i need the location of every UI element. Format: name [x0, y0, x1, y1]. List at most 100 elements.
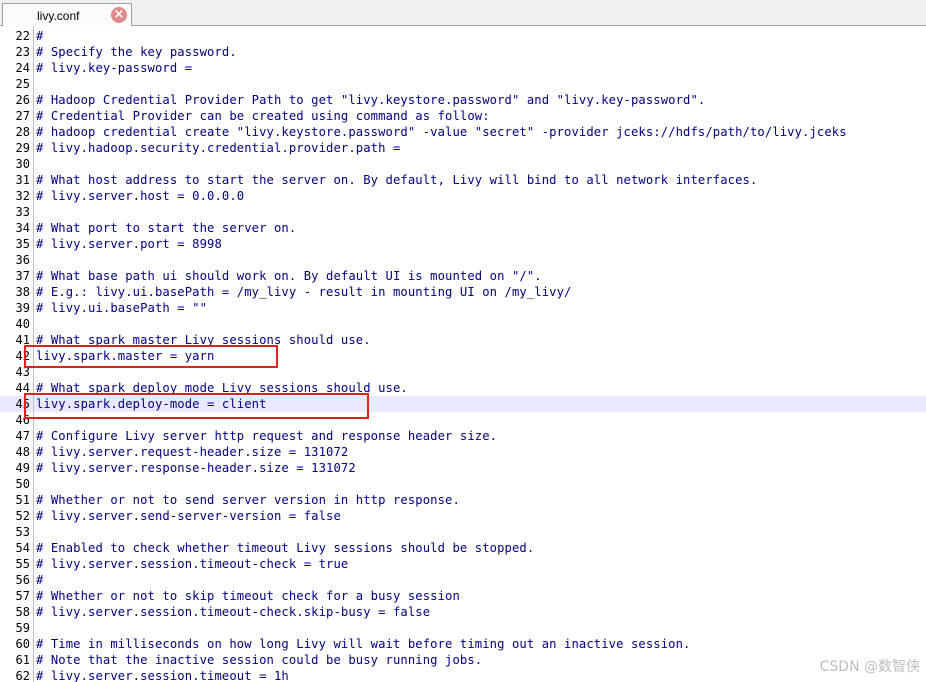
code-line[interactable]: 57 # Whether or not to skip timeout check… [0, 588, 926, 604]
code-line[interactable]: 28 # hadoop credential create "livy.keyst… [0, 124, 926, 140]
code-line[interactable]: 23 # Specify the key password. [0, 44, 926, 60]
line-number: 22 [15, 29, 30, 43]
code-line[interactable]: 22 # [0, 28, 926, 44]
code-line[interactable]: 24 # livy.key-password = [0, 60, 926, 76]
line-text: # Enabled to check whether timeout Livy … [36, 541, 535, 555]
code-line[interactable]: 51 # Whether or not to send server versio… [0, 492, 926, 508]
line-text: # Configure Livy server http request and… [36, 429, 498, 443]
line-number: 30 [15, 157, 30, 171]
line-number: 38 [15, 285, 30, 299]
code-line[interactable]: 61 # Note that the inactive session could… [0, 652, 926, 668]
line-text: # E.g.: livy.ui.basePath = /my_livy - re… [36, 285, 572, 299]
code-line[interactable]: 60 # Time in milliseconds on how long Liv… [0, 636, 926, 652]
line-number: 50 [15, 477, 30, 491]
code-line[interactable]: 52 # livy.server.send-server-version = fa… [0, 508, 926, 524]
code-line[interactable]: 25 [0, 76, 926, 92]
line-number: 51 [15, 493, 30, 507]
code-line[interactable]: 53 [0, 524, 926, 540]
line-number: 26 [15, 93, 30, 107]
tab-livy-conf[interactable]: livy.conf × [2, 3, 132, 26]
code-line[interactable]: 27 # Credential Provider can be created u… [0, 108, 926, 124]
line-text: # What base path ui should work on. By d… [36, 269, 542, 283]
code-line[interactable]: 40 [0, 316, 926, 332]
code-line[interactable]: 31 # What host address to start the serve… [0, 172, 926, 188]
code-line[interactable]: 36 [0, 252, 926, 268]
line-text: # livy.server.session.timeout = 1h [36, 669, 289, 682]
line-number: 52 [15, 509, 30, 523]
line-text: # hadoop credential create "livy.keystor… [36, 125, 847, 139]
line-text: # Note that the inactive session could b… [36, 653, 483, 667]
line-text: # livy.server.request-header.size = 1310… [36, 445, 349, 459]
line-number: 62 [15, 669, 30, 682]
line-text: # Credential Provider can be created usi… [36, 109, 490, 123]
line-text: # Whether or not to skip timeout check f… [36, 589, 460, 603]
line-number: 53 [15, 525, 30, 539]
line-number: 55 [15, 557, 30, 571]
line-number: 29 [15, 141, 30, 155]
code-line[interactable]: 47 # Configure Livy server http request a… [0, 428, 926, 444]
line-text: # livy.server.session.timeout-check.skip… [36, 605, 431, 619]
close-icon[interactable]: × [111, 7, 127, 23]
highlight-box-spark-master [24, 345, 278, 368]
code-line[interactable]: 29 # livy.hadoop.security.credential.prov… [0, 140, 926, 156]
line-number: 47 [15, 429, 30, 443]
line-number: 36 [15, 253, 30, 267]
line-number: 31 [15, 173, 30, 187]
line-number: 28 [15, 125, 30, 139]
line-number: 25 [15, 77, 30, 91]
line-number: 60 [15, 637, 30, 651]
line-number: 49 [15, 461, 30, 475]
line-text: # livy.hadoop.security.credential.provid… [36, 141, 401, 155]
line-number: 57 [15, 589, 30, 603]
code-line[interactable]: 54 # Enabled to check whether timeout Liv… [0, 540, 926, 556]
line-text: # Specify the key password. [36, 45, 237, 59]
line-number: 58 [15, 605, 30, 619]
code-line[interactable]: 37 # What base path ui should work on. By… [0, 268, 926, 284]
line-number: 48 [15, 445, 30, 459]
line-number: 37 [15, 269, 30, 283]
code-line[interactable]: 39 # livy.ui.basePath = "" [0, 300, 926, 316]
line-text: # [36, 573, 44, 587]
line-text: # Time in milliseconds on how long Livy … [36, 637, 691, 651]
code-line[interactable]: 32 # livy.server.host = 0.0.0.0 [0, 188, 926, 204]
code-line[interactable]: 38 # E.g.: livy.ui.basePath = /my_livy - … [0, 284, 926, 300]
line-number: 61 [15, 653, 30, 667]
line-text: # [36, 29, 44, 43]
line-text: # Hadoop Credential Provider Path to get… [36, 93, 706, 107]
line-text: # Whether or not to send server version … [36, 493, 460, 507]
line-number: 35 [15, 237, 30, 251]
line-text: # livy.server.response-header.size = 131… [36, 461, 356, 475]
code-line[interactable]: 56 # [0, 572, 926, 588]
line-text: # livy.ui.basePath = "" [36, 301, 208, 315]
code-line[interactable]: 58 # livy.server.session.timeout-check.sk… [0, 604, 926, 620]
line-number: 23 [15, 45, 30, 59]
tab-label: livy.conf [37, 9, 80, 23]
code-line[interactable]: 48 # livy.server.request-header.size = 13… [0, 444, 926, 460]
line-number: 40 [15, 317, 30, 331]
line-number: 59 [15, 621, 30, 635]
line-number: 24 [15, 61, 30, 75]
code-line[interactable]: 30 [0, 156, 926, 172]
tab-bar: livy.conf × [0, 0, 926, 26]
line-number: 34 [15, 221, 30, 235]
code-line[interactable]: 34 # What port to start the server on. [0, 220, 926, 236]
line-number: 39 [15, 301, 30, 315]
line-number: 56 [15, 573, 30, 587]
code-line[interactable]: 59 [0, 620, 926, 636]
code-line[interactable]: 50 [0, 476, 926, 492]
line-text: # What host address to start the server … [36, 173, 758, 187]
code-line[interactable]: 55 # livy.server.session.timeout-check = … [0, 556, 926, 572]
code-line[interactable]: 62 # livy.server.session.timeout = 1h [0, 668, 926, 682]
line-number: 27 [15, 109, 30, 123]
line-text: # livy.server.port = 8998 [36, 237, 222, 251]
code-line[interactable]: 33 [0, 204, 926, 220]
line-text: # livy.key-password = [36, 61, 193, 75]
line-text: # livy.server.session.timeout-check = tr… [36, 557, 349, 571]
line-text: # livy.server.send-server-version = fals… [36, 509, 341, 523]
line-number: 33 [15, 205, 30, 219]
line-text: # livy.server.host = 0.0.0.0 [36, 189, 245, 203]
watermark: CSDN @数智侠 [819, 659, 920, 675]
code-line[interactable]: 26 # Hadoop Credential Provider Path to g… [0, 92, 926, 108]
code-line[interactable]: 35 # livy.server.port = 8998 [0, 236, 926, 252]
code-line[interactable]: 49 # livy.server.response-header.size = 1… [0, 460, 926, 476]
